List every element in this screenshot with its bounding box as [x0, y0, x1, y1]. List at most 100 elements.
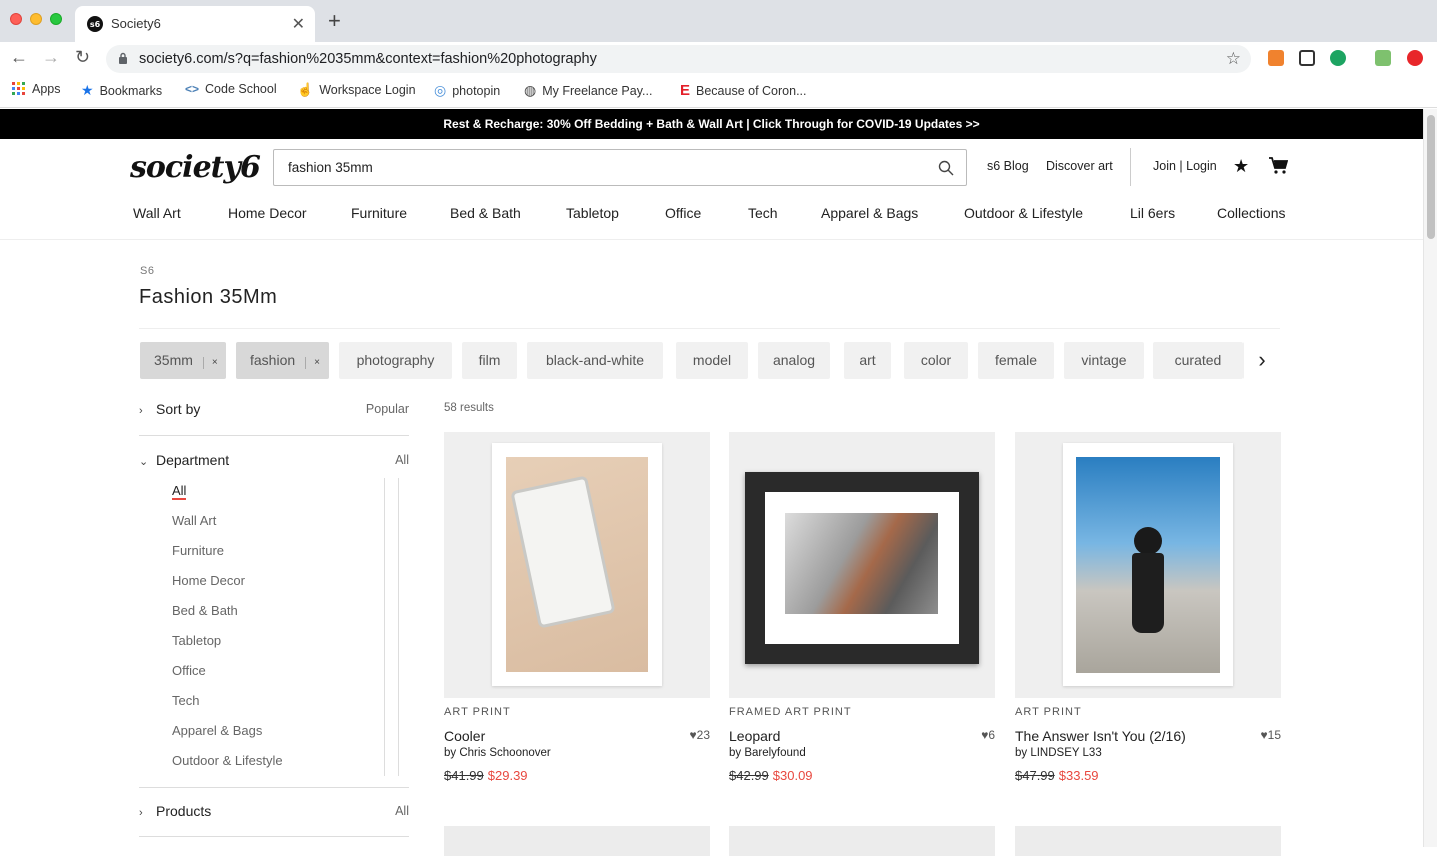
product-card[interactable]: ART PRINT The Answer Isn't You (2/16) ♥1…	[1015, 432, 1281, 783]
tab-close-icon[interactable]: ✕	[292, 14, 305, 34]
nav-office[interactable]: Office	[665, 205, 701, 221]
chip-color[interactable]: color	[904, 342, 968, 379]
nav-tabletop[interactable]: Tabletop	[566, 205, 619, 221]
chip-vintage[interactable]: vintage	[1064, 342, 1144, 379]
sort-by-toggle[interactable]: › Sort by Popular	[139, 401, 409, 417]
page-scrollbar[interactable]	[1423, 109, 1437, 847]
bookmark-star-icon[interactable]: ☆	[1226, 49, 1241, 69]
address-bar[interactable]: society6.com/s?q=fashion%2035mm&context=…	[106, 45, 1251, 73]
product-artist[interactable]: by LINDSEY L33	[1015, 747, 1281, 759]
nav-outdoor-lifestyle[interactable]: Outdoor & Lifestyle	[964, 205, 1083, 221]
society6-logo[interactable]: society6	[130, 150, 261, 185]
remove-chip-icon[interactable]: ×	[305, 357, 320, 369]
product-price: $47.99 $33.59	[1015, 768, 1281, 783]
discover-art-link[interactable]: Discover art	[1046, 159, 1113, 173]
nav-lil-6ers[interactable]: Lil 6ers	[1130, 205, 1175, 221]
search-input[interactable]: fashion 35mm	[273, 149, 967, 186]
product-name[interactable]: Cooler	[444, 728, 710, 744]
dept-item-home-decor[interactable]: Home Decor	[172, 573, 245, 588]
join-login-link[interactable]: Join | Login	[1153, 159, 1217, 173]
products-toggle[interactable]: › Products All	[139, 803, 409, 819]
nav-collections[interactable]: Collections	[1217, 205, 1285, 221]
product-artist[interactable]: by Barelyfound	[729, 747, 995, 759]
sale-price: $29.39	[487, 768, 528, 783]
original-price: $41.99	[444, 768, 484, 783]
dept-item-tech[interactable]: Tech	[172, 693, 199, 708]
nav-bed-bath[interactable]: Bed & Bath	[450, 205, 521, 221]
product-card[interactable]	[729, 826, 995, 856]
document-extension-icon[interactable]	[1299, 50, 1315, 66]
new-tab-icon[interactable]: +	[328, 10, 341, 32]
product-card[interactable]: ART PRINT Cooler ♥23 by Chris Schoonover…	[444, 432, 710, 783]
extension-icon[interactable]	[1268, 50, 1284, 66]
product-card[interactable]	[1015, 826, 1281, 856]
promo-banner[interactable]: Rest & Recharge: 30% Off Bedding + Bath …	[0, 109, 1423, 139]
product-image[interactable]	[444, 432, 710, 698]
dept-item-furniture[interactable]: Furniture	[172, 543, 224, 558]
product-image[interactable]	[729, 432, 995, 698]
active-underline	[172, 498, 186, 500]
favorites-star-icon[interactable]: ★	[1233, 156, 1249, 177]
browser-tab[interactable]: s6 Society6 ✕	[75, 6, 315, 42]
dept-item-outdoor-lifestyle[interactable]: Outdoor & Lifestyle	[172, 753, 283, 768]
chip-black-and-white[interactable]: black-and-white	[527, 342, 663, 379]
dept-item-wall-art[interactable]: Wall Art	[172, 513, 216, 528]
minimize-window-button[interactable]	[30, 13, 42, 25]
bookmark-photopin[interactable]: ◎ photopin	[434, 82, 500, 99]
print-frame	[745, 472, 979, 664]
department-list: All Wall Art Furniture Home Decor Bed & …	[172, 478, 384, 776]
grammar-extension-icon[interactable]	[1330, 50, 1346, 66]
breadcrumb[interactable]: S6	[140, 265, 154, 277]
product-name[interactable]: Leopard	[729, 728, 995, 744]
nav-wall-art[interactable]: Wall Art	[133, 205, 181, 221]
product-artist[interactable]: by Chris Schoonover	[444, 747, 710, 759]
forward-icon[interactable]: →	[42, 47, 60, 68]
chip-art[interactable]: art	[844, 342, 891, 379]
chip-analog[interactable]: analog	[758, 342, 830, 379]
search-icon[interactable]	[938, 160, 954, 176]
maximize-window-button[interactable]	[50, 13, 62, 25]
chip-photography[interactable]: photography	[339, 342, 452, 379]
scrollbar-thumb[interactable]	[1427, 115, 1435, 239]
bookmark-apps[interactable]: Apps	[12, 82, 61, 96]
chip-female[interactable]: female	[978, 342, 1054, 379]
back-icon[interactable]: ←	[10, 47, 28, 68]
chevron-right-icon[interactable]: ›	[1244, 342, 1280, 379]
chip-model[interactable]: model	[676, 342, 748, 379]
dept-item-apparel-bags[interactable]: Apparel & Bags	[172, 723, 262, 738]
dept-item-all[interactable]: All	[172, 483, 186, 498]
department-scrollbar[interactable]	[384, 478, 399, 776]
bookmark-coronavirus[interactable]: E Because of Coron...	[680, 82, 807, 99]
bookmark-code-school[interactable]: <> Code School	[185, 82, 277, 96]
product-name[interactable]: The Answer Isn't You (2/16)	[1015, 728, 1281, 744]
remove-chip-icon[interactable]: ×	[202, 357, 218, 369]
bookmark-workspace-login[interactable]: ☝ Workspace Login	[297, 82, 416, 98]
likes-count[interactable]: ♥23	[690, 728, 710, 742]
bookmark-bookmarks[interactable]: ★ Bookmarks	[81, 82, 162, 99]
dept-item-bed-bath[interactable]: Bed & Bath	[172, 603, 238, 618]
dept-item-tabletop[interactable]: Tabletop	[172, 633, 221, 648]
alert-extension-icon[interactable]	[1407, 50, 1423, 66]
likes-count[interactable]: ♥6	[981, 728, 995, 742]
bookmark-freelance[interactable]: ◍ My Freelance Pay...	[524, 82, 652, 99]
nav-furniture[interactable]: Furniture	[351, 205, 407, 221]
nav-tech[interactable]: Tech	[748, 205, 778, 221]
blog-link[interactable]: s6 Blog	[987, 159, 1029, 173]
close-window-button[interactable]	[10, 13, 22, 25]
chip-35mm[interactable]: 35mm ×	[140, 342, 226, 379]
department-toggle[interactable]: ⌄ Department All	[139, 452, 409, 468]
reload-icon[interactable]: ↻	[75, 47, 90, 68]
nav-home-decor[interactable]: Home Decor	[228, 205, 307, 221]
help-extension-icon[interactable]	[1375, 50, 1391, 66]
hand-icon: ☝	[297, 82, 314, 97]
chip-curated[interactable]: curated	[1153, 342, 1243, 379]
product-card[interactable]	[444, 826, 710, 856]
cart-icon[interactable]	[1269, 157, 1288, 174]
product-card[interactable]: FRAMED ART PRINT Leopard ♥6 by Barelyfou…	[729, 432, 995, 783]
dept-item-office[interactable]: Office	[172, 663, 206, 678]
chip-fashion[interactable]: fashion ×	[236, 342, 329, 379]
nav-apparel-bags[interactable]: Apparel & Bags	[821, 205, 918, 221]
likes-count[interactable]: ♥15	[1261, 728, 1281, 742]
chip-film[interactable]: film	[462, 342, 517, 379]
product-image[interactable]	[1015, 432, 1281, 698]
